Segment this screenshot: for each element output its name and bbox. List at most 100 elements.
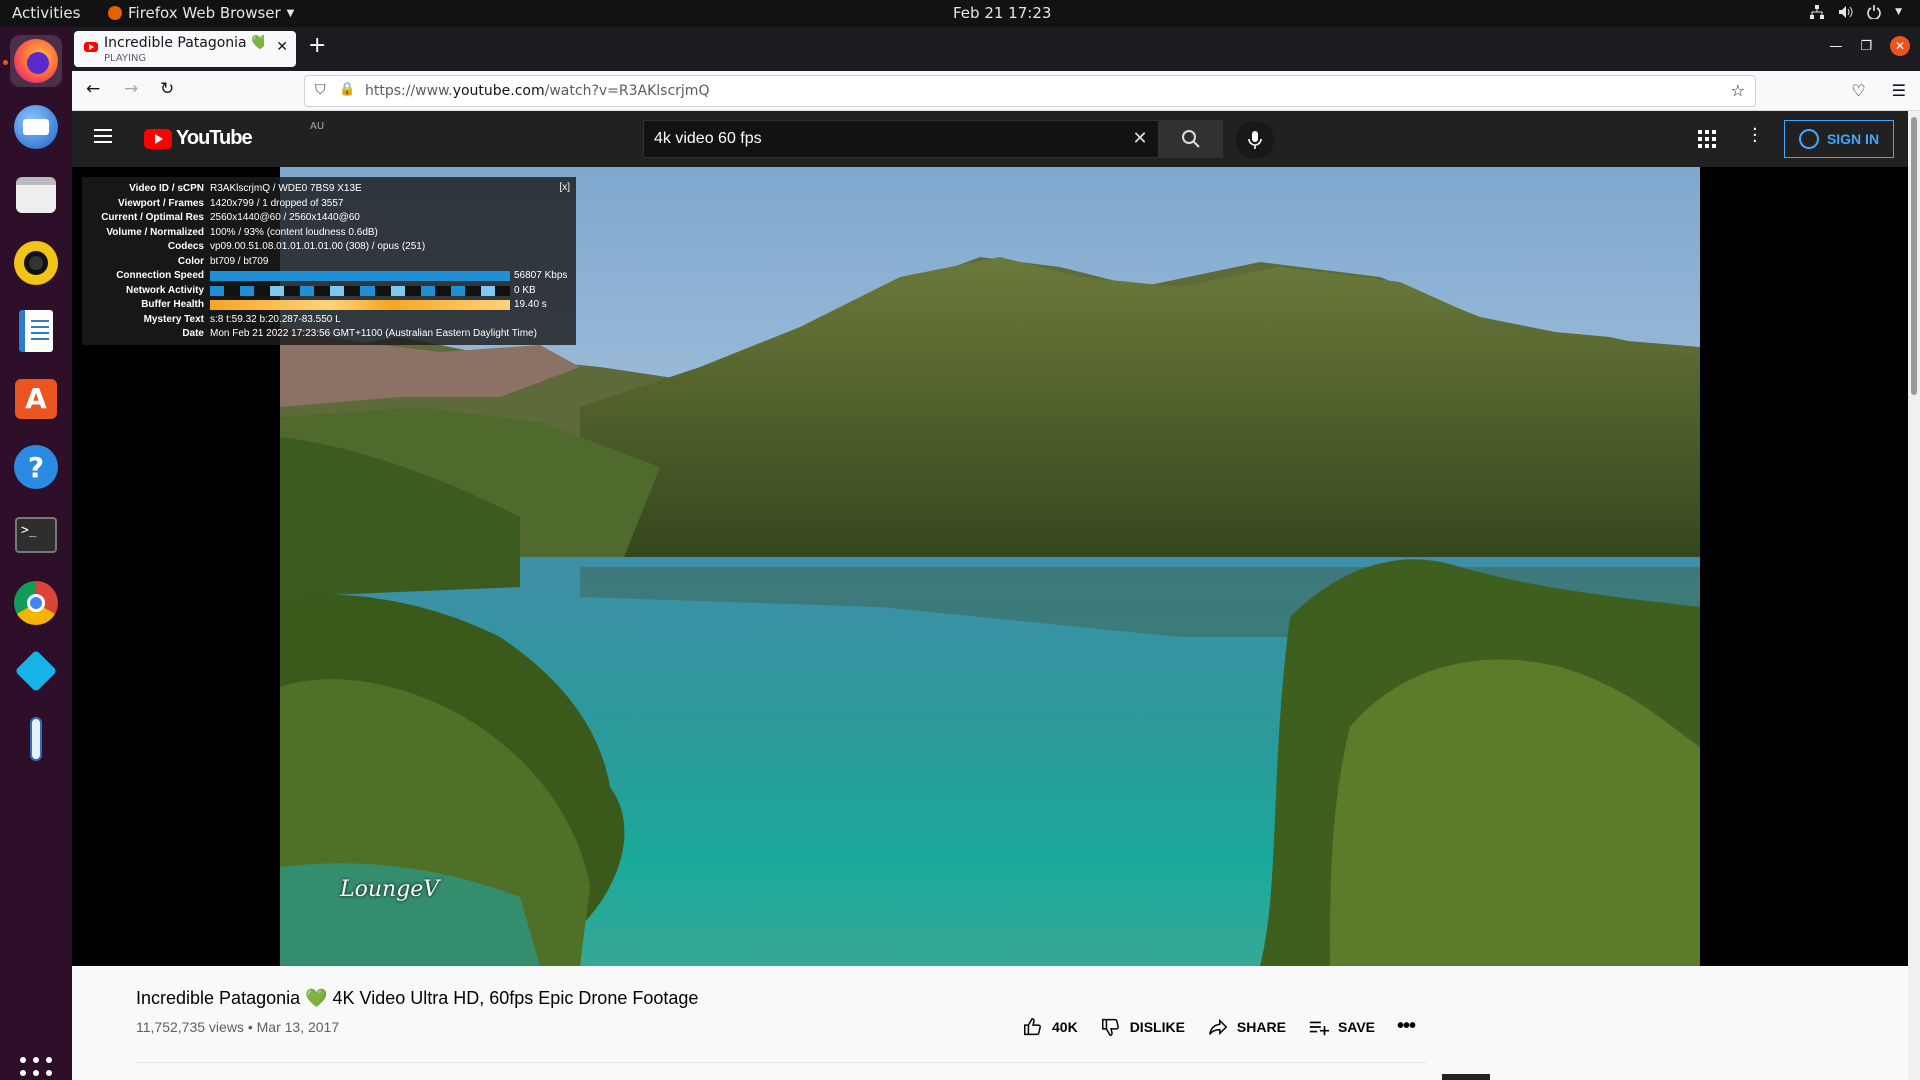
account-icon [1798,129,1819,149]
terminal-icon: >_ [15,517,57,553]
tracking-shield-icon[interactable]: ⛉ [315,82,326,98]
share-label: SHARE [1236,1018,1286,1035]
tab-title: Incredible Patagonia 💚 4 [104,35,264,51]
settings-more-icon[interactable]: · · · [1752,121,1758,151]
bookmark-star-icon[interactable]: ☆ [1731,81,1745,100]
stats-for-nerds-panel: [x] Video ID / sCPN R3AKlscrjmQ / WDE0 7B… [82,177,576,345]
share-button[interactable]: SHARE [1207,1016,1286,1038]
youtube-logo[interactable]: YouTube AU [144,121,324,150]
stat-row-connection-speed: Connection Speed 56807 Kbps [116,270,568,281]
url-text[interactable]: https://www.youtube.com/watch?v=R3AKlscr… [365,83,709,99]
dislike-button[interactable]: DISLIKE [1100,1016,1185,1038]
voice-search-button[interactable] [1236,121,1274,159]
clear-search-icon[interactable]: ✕ [1122,121,1158,157]
menu-icon[interactable]: ☰ [1892,81,1906,100]
youtube-wordmark: YouTube [176,127,253,149]
app-menu-label: Firefox Web Browser [128,4,281,22]
reload-icon[interactable]: ↻ [160,79,174,99]
tab-youtube[interactable]: Incredible Patagonia 💚 4 PLAYING ✕ [74,31,296,67]
stat-row: Mystery Text s:8 t:59.32 b:20.287-83.550 … [143,313,341,325]
dock-chrome[interactable] [10,577,62,629]
dock-kodi[interactable] [10,645,62,697]
forward-arrow-icon[interactable]: → [124,79,138,99]
partially-visible-element [1442,1074,1490,1080]
search-box: 4k video 60 fps ✕ [643,120,1223,158]
dock-help[interactable]: ? [10,441,62,493]
network-activity-graph [210,285,510,296]
maximize-icon[interactable]: ❐ [1860,39,1872,54]
window-controls: — ❐ ✕ [1829,36,1910,56]
activities-button[interactable]: Activities [12,4,80,22]
back-arrow-icon[interactable]: ← [86,79,100,99]
show-applications-button[interactable] [20,1057,52,1080]
video-meta: 11,752,735 views • Mar 13, 2017 [136,1019,340,1035]
guide-menu-icon[interactable] [94,129,112,143]
video-info: Incredible Patagonia 💚 4K Video Ultra HD… [72,966,1908,1080]
kodi-icon [14,649,58,693]
new-tab-button[interactable]: + [308,33,326,58]
youtube-header: YouTube AU 4k video 60 fps ✕ · · · SIGN IN [72,111,1908,167]
dock-thunderbird[interactable] [10,101,62,153]
app-menu[interactable]: Firefox Web Browser ▼ [108,4,294,22]
sign-in-button[interactable]: SIGN IN [1784,120,1894,158]
dock-files[interactable] [10,169,62,221]
youtube-apps-icon[interactable] [1698,130,1716,148]
close-tab-icon[interactable]: ✕ [276,39,288,55]
thunderbird-icon [14,105,58,149]
scrollbar-thumb[interactable] [1911,117,1917,395]
save-label: SAVE [1337,1018,1376,1035]
stat-row: Current / Optimal Res 2560x1440@60 / 2560… [101,212,360,223]
ubuntu-software-icon: A [15,379,57,419]
thermometer-icon [30,717,42,761]
dock-software[interactable]: A [10,373,62,425]
running-indicator [3,60,8,65]
dock-writer[interactable] [10,305,62,357]
microphone-icon [1248,131,1262,149]
lounge-v-watermark: LoungeV [340,877,440,902]
search-input[interactable]: 4k video 60 fps [644,121,1122,157]
page-scrollbar[interactable] [1908,111,1920,1080]
video-title: Incredible Patagonia 💚 4K Video Ultra HD… [136,988,699,1008]
stat-row: Video ID / sCPN R3AKlscrjmQ / WDE0 7BS9 X… [129,183,362,194]
stat-row: Viewport / Frames 1420x799 / 1 dropped of… [118,197,344,209]
minimize-icon[interactable]: — [1829,39,1842,54]
system-tray[interactable]: ▼ [1810,5,1902,19]
tab-playing-status: PLAYING [104,53,147,64]
divider [136,1062,1426,1063]
more-actions-icon[interactable]: ••• [1397,1015,1416,1038]
help-icon: ? [14,445,58,489]
stat-row: Codecs vp09.00.51.08.01.01.01.01.00 (308)… [167,241,426,252]
lock-icon[interactable]: 🔒 [339,82,355,97]
youtube-favicon [84,42,98,52]
buffer-health-graph [210,300,510,310]
dock-terminal[interactable]: >_ [10,509,62,561]
stat-row: Volume / Normalized 100% / 93% (content l… [106,226,378,238]
video-actions: 40K DISLIKE SHARE SAVE ••• [1022,1015,1416,1038]
ubuntu-dock: A ? >_ [0,27,72,1080]
url-bar[interactable]: ⛉ 🔒 https://www.youtube.com/watch?v=R3AK… [304,75,1756,107]
stat-row-network-activity: Network Activity 0 KB [126,284,536,296]
network-icon [1810,5,1825,19]
search-button[interactable] [1158,121,1222,157]
dock-firefox[interactable] [10,35,62,87]
like-count: 40K [1052,1018,1078,1035]
caret-down-icon: ▼ [1895,7,1902,17]
dislike-label: DISLIKE [1129,1018,1185,1035]
toolbar-right: ♡ ☰ [1851,81,1906,100]
gnome-top-bar: Activities Firefox Web Browser ▼ Feb 21 … [0,0,1920,27]
connection-speed-graph [210,271,510,281]
close-window-icon[interactable]: ✕ [1890,36,1910,56]
rhythmbox-icon [14,241,58,285]
youtube-page: YouTube AU 4k video 60 fps ✕ · · · SIGN IN [72,111,1908,1080]
stat-row: Date Mon Feb 21 2022 17:23:56 GMT+1100 (A… [182,328,537,339]
video-player[interactable]: LoungeV [x] Video ID / sCPN R3AKlscrjmQ /… [72,167,1908,966]
pocket-icon[interactable]: ♡ [1851,81,1865,100]
clock[interactable]: Feb 21 17:23 [953,4,1051,22]
save-button[interactable]: SAVE [1308,1016,1375,1038]
like-button[interactable]: 40K [1022,1016,1078,1038]
upload-date: Mar 13, 2017 [256,1019,340,1035]
dock-thermometer[interactable] [10,713,62,765]
chrome-icon [14,581,58,625]
dock-rhythmbox[interactable] [10,237,62,289]
view-count: 11,752,735 views [136,1019,244,1035]
